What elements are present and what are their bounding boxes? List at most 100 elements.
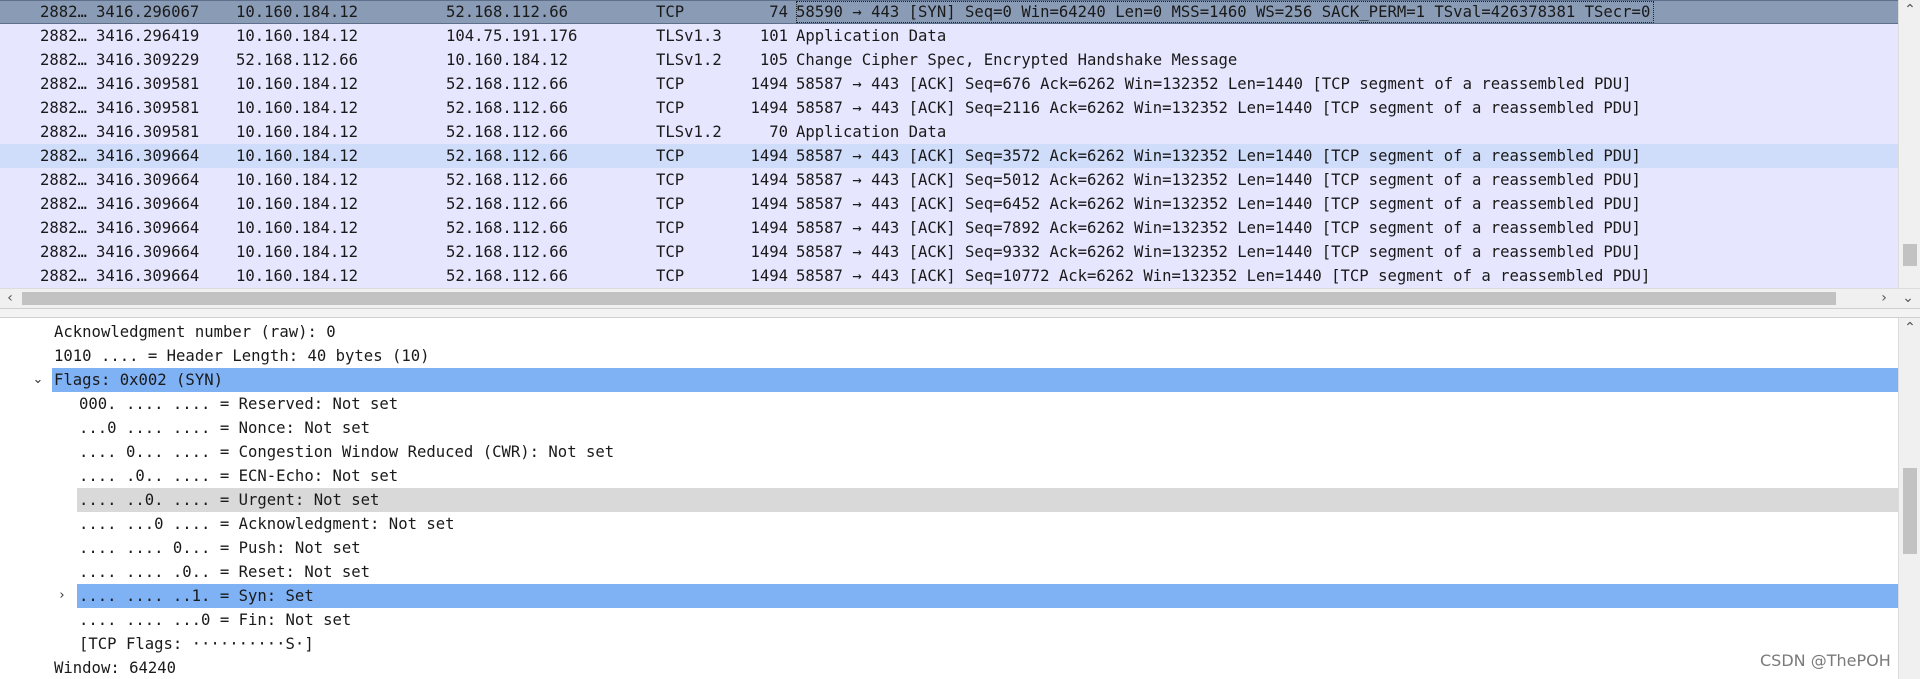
detail-row[interactable]: .... .... .0.. = Reset: Not set (0, 560, 1898, 584)
packet-row[interactable]: 2882… 3416.309664 10.160.184.12 52.168.112.… (0, 264, 1898, 288)
packet-cell-no: 2882… (40, 243, 87, 261)
packet-cell-src: 10.160.184.12 (236, 219, 359, 237)
packet-cell-src: 10.160.184.12 (236, 99, 359, 117)
packet-cell-dst: 52.168.112.66 (446, 171, 569, 189)
details-vertical-scroll-thumb[interactable] (1903, 468, 1917, 554)
detail-row-text: [TCP Flags: ··········S·] (79, 635, 314, 653)
packet-list[interactable]: 2882… 3416.296067 10.160.184.12 52.168.112.… (0, 0, 1920, 308)
scroll-down-icon[interactable]: ⌄ (1898, 288, 1918, 308)
packet-details-tree[interactable]: Acknowledgment number (raw): 0 1010 .... … (0, 318, 1898, 679)
packet-cell-info: 58587 → 443 [ACK] Seq=676 Ack=6262 Win=1… (796, 75, 1632, 93)
packet-cell-dst: 52.168.112.66 (446, 147, 569, 165)
packet-cell-time: 3416.309664 (96, 219, 200, 237)
detail-row[interactable]: .... .... 0... = Push: Not set (0, 536, 1898, 560)
packet-cell-proto: TCP (656, 267, 685, 285)
packet-row[interactable]: 2882… 3416.296067 10.160.184.12 52.168.112.… (0, 0, 1898, 24)
detail-row[interactable]: [TCP Flags: ··········S·] (0, 632, 1898, 656)
detail-row[interactable]: Acknowledgment number (raw): 0 (0, 320, 1898, 344)
packet-cell-info: 58587 → 443 [ACK] Seq=5012 Ack=6262 Win=… (796, 171, 1641, 189)
packet-cell-src: 10.160.184.12 (236, 27, 359, 45)
detail-row[interactable]: .... ...0 .... = Acknowledgment: Not set (0, 512, 1898, 536)
scroll-right-icon[interactable]: › (1874, 288, 1894, 308)
detail-row-text: Window: 64240 (54, 659, 177, 677)
detail-row[interactable]: .... .... ...0 = Fin: Not set (0, 608, 1898, 632)
packet-cell-len: 105 (759, 51, 788, 69)
packet-cell-dst: 52.168.112.66 (446, 75, 569, 93)
packet-row[interactable]: 2882… 3416.296419 10.160.184.12 104.75.191.… (0, 24, 1898, 48)
packet-cell-time: 3416.296419 (96, 27, 200, 45)
packet-cell-no: 2882… (40, 219, 87, 237)
details-scroll-up-icon[interactable]: ⌃ (1900, 318, 1920, 338)
pane-splitter[interactable] (0, 308, 1920, 318)
packet-row[interactable]: 2882… 3416.309664 10.160.184.12 52.168.112.… (0, 192, 1898, 216)
packet-cell-src: 10.160.184.12 (236, 243, 359, 261)
detail-row[interactable]: 000. .... .... = Reserved: Not set (0, 392, 1898, 416)
packet-cell-len: 1494 (750, 171, 788, 189)
packet-cell-info: Application Data (796, 27, 947, 45)
packet-list-horizontal-scroll-thumb[interactable] (22, 292, 1836, 305)
detail-row[interactable]: ...0 .... .... = Nonce: Not set (0, 416, 1898, 440)
detail-row[interactable]: ⌄ Flags: 0x002 (SYN) (33, 368, 1898, 392)
packet-cell-info: 58587 → 443 [ACK] Seq=6452 Ack=6262 Win=… (796, 195, 1641, 213)
packet-cell-len: 74 (769, 3, 788, 21)
detail-row[interactable]: Window: 64240 (0, 656, 1898, 679)
packet-row[interactable]: 2882… 3416.309581 10.160.184.12 52.168.112.… (0, 120, 1898, 144)
packet-cell-dst: 52.168.112.66 (446, 123, 569, 141)
detail-row-text: .... 0... .... = Congestion Window Reduc… (79, 443, 615, 461)
packet-list-vertical-scrollbar[interactable]: ⌃ (1898, 0, 1920, 288)
packet-cell-info: 58587 → 443 [ACK] Seq=9332 Ack=6262 Win=… (796, 243, 1641, 261)
packet-list-horizontal-scrollbar[interactable]: ‹ › ⌄ (0, 288, 1920, 308)
detail-row-text: .... .... ..1. = Syn: Set (79, 587, 314, 605)
packet-cell-time: 3416.309664 (96, 243, 200, 261)
packet-row[interactable]: 2882… 3416.309664 10.160.184.12 52.168.112.… (0, 144, 1898, 168)
packet-cell-no: 2882… (40, 75, 87, 93)
packet-cell-dst: 52.168.112.66 (446, 3, 569, 21)
packet-cell-proto: TCP (656, 171, 685, 189)
packet-row[interactable]: 2882… 3416.309664 10.160.184.12 52.168.112.… (0, 168, 1898, 192)
collapse-chevron-icon[interactable]: ⌄ (30, 368, 46, 392)
detail-row[interactable]: .... ..0. .... = Urgent: Not set (77, 488, 1898, 512)
packet-cell-dst: 52.168.112.66 (446, 219, 569, 237)
packet-cell-src: 52.168.112.66 (236, 51, 359, 69)
packet-cell-len: 1494 (750, 267, 788, 285)
packet-cell-proto: TCP (656, 3, 685, 21)
detail-row[interactable]: .... 0... .... = Congestion Window Reduc… (0, 440, 1898, 464)
packet-cell-time: 3416.309229 (96, 51, 200, 69)
packet-cell-info: 58587 → 443 [ACK] Seq=3572 Ack=6262 Win=… (796, 147, 1641, 165)
packet-cell-info: Application Data (796, 123, 947, 141)
expand-chevron-icon[interactable]: › (54, 584, 70, 608)
detail-row[interactable]: 1010 .... = Header Length: 40 bytes (10) (0, 344, 1898, 368)
packet-row[interactable]: 2882… 3416.309664 10.160.184.12 52.168.112.… (0, 216, 1898, 240)
detail-row[interactable]: .... .0.. .... = ECN-Echo: Not set (0, 464, 1898, 488)
packet-cell-dst: 104.75.191.176 (446, 27, 578, 45)
packet-cell-info: 58590 → 443 [SYN] Seq=0 Win=64240 Len=0 … (796, 1, 1655, 23)
packet-cell-dst: 52.168.112.66 (446, 195, 569, 213)
packet-cell-time: 3416.309664 (96, 195, 200, 213)
packet-cell-len: 1494 (750, 219, 788, 237)
packet-cell-info: 58587 → 443 [ACK] Seq=7892 Ack=6262 Win=… (796, 219, 1641, 237)
packet-cell-src: 10.160.184.12 (236, 3, 359, 21)
packet-row[interactable]: 2882… 3416.309581 10.160.184.12 52.168.112.… (0, 96, 1898, 120)
packet-cell-dst: 52.168.112.66 (446, 267, 569, 285)
packet-cell-no: 2882… (40, 267, 87, 285)
packet-row[interactable]: 2882… 3416.309581 10.160.184.12 52.168.112.… (0, 72, 1898, 96)
packet-cell-len: 1494 (750, 75, 788, 93)
packet-cell-dst: 52.168.112.66 (446, 243, 569, 261)
packet-cell-proto: TCP (656, 243, 685, 261)
packet-cell-no: 2882… (40, 147, 87, 165)
packet-row[interactable]: 2882… 3416.309664 10.160.184.12 52.168.112.… (0, 240, 1898, 264)
details-vertical-scrollbar[interactable]: ⌃ (1898, 318, 1920, 679)
scroll-up-icon[interactable]: ⌃ (1900, 0, 1920, 20)
scroll-left-icon[interactable]: ‹ (0, 288, 20, 308)
packet-cell-no: 2882… (40, 123, 87, 141)
packet-cell-no: 2882… (40, 3, 87, 21)
packet-cell-time: 3416.309581 (96, 123, 200, 141)
packet-cell-proto: TCP (656, 147, 685, 165)
detail-row[interactable]: ›.... .... ..1. = Syn: Set (59, 584, 1898, 608)
packet-cell-len: 1494 (750, 195, 788, 213)
packet-row[interactable]: 2882… 3416.309229 52.168.112.66 10.160.184.… (0, 48, 1898, 72)
detail-row-text: 1010 .... = Header Length: 40 bytes (10) (54, 347, 430, 365)
packet-list-vertical-scroll-thumb[interactable] (1903, 244, 1917, 266)
packet-cell-time: 3416.296067 (96, 3, 200, 21)
packet-cell-no: 2882… (40, 195, 87, 213)
